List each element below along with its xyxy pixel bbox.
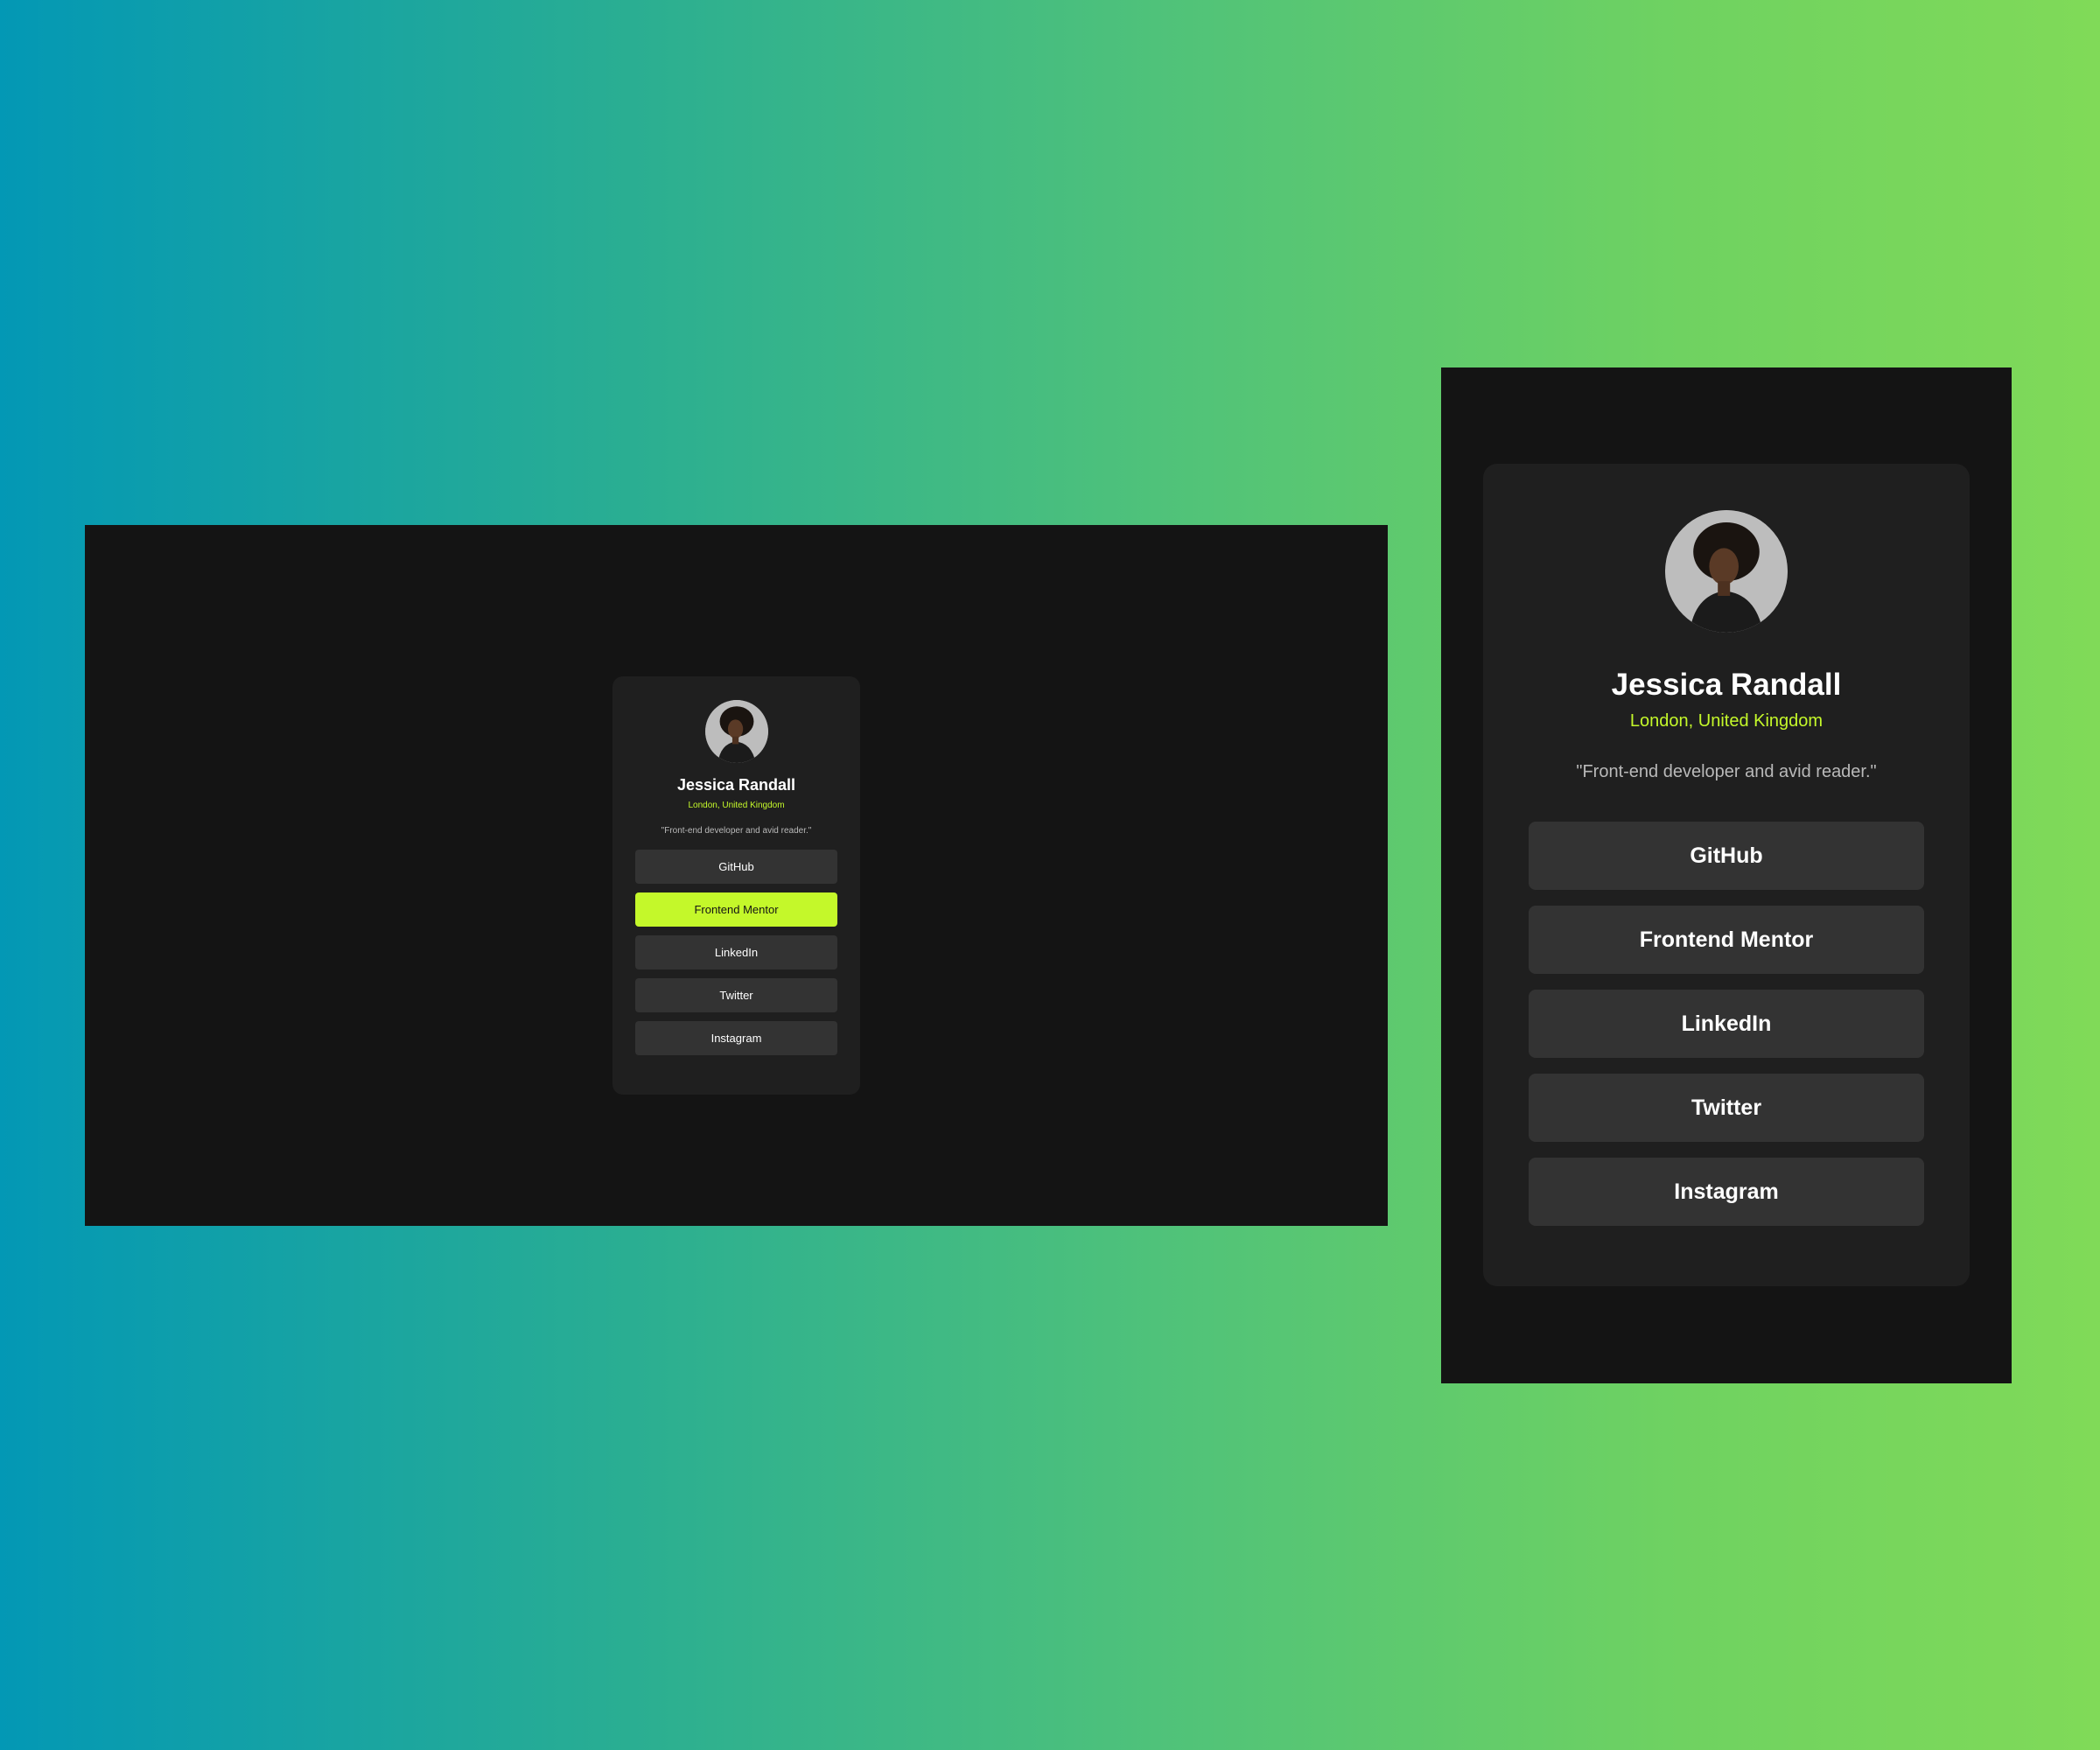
- frontend-mentor-link-button[interactable]: Frontend Mentor: [1529, 906, 1924, 974]
- github-link-button[interactable]: GitHub: [635, 850, 837, 884]
- twitter-link-button[interactable]: Twitter: [635, 978, 837, 1012]
- social-links-list: GitHub Frontend Mentor LinkedIn Twitter …: [1483, 822, 1970, 1226]
- profile-card: Jessica Randall London, United Kingdom "…: [1483, 464, 1970, 1286]
- profile-name: Jessica Randall: [676, 776, 796, 794]
- profile-bio: "Front-end developer and avid reader.": [1576, 762, 1877, 781]
- linkedin-link-button[interactable]: LinkedIn: [635, 935, 837, 970]
- linkedin-link-button[interactable]: LinkedIn: [1529, 990, 1924, 1058]
- instagram-link-button[interactable]: Instagram: [635, 1021, 837, 1055]
- avatar: [704, 700, 768, 763]
- avatar: [1665, 510, 1788, 633]
- twitter-link-button[interactable]: Twitter: [1529, 1074, 1924, 1142]
- profile-location: London, United Kingdom: [1629, 711, 1824, 731]
- github-link-button[interactable]: GitHub: [1529, 822, 1924, 890]
- profile-card: Jessica Randall London, United Kingdom "…: [612, 676, 860, 1095]
- profile-bio: "Front-end developer and avid reader.": [661, 826, 812, 836]
- profile-name: Jessica Randall: [1611, 668, 1842, 702]
- profile-photo-icon: [704, 700, 768, 763]
- mobile-preview-frame: Jessica Randall London, United Kingdom "…: [1441, 368, 2012, 1383]
- profile-photo-icon: [1665, 510, 1788, 633]
- frontend-mentor-link-button[interactable]: Frontend Mentor: [635, 892, 837, 927]
- instagram-link-button[interactable]: Instagram: [1529, 1158, 1924, 1226]
- profile-location: London, United Kingdom: [688, 801, 785, 810]
- desktop-preview-frame: Jessica Randall London, United Kingdom "…: [85, 525, 1388, 1226]
- social-links-list: GitHub Frontend Mentor LinkedIn Twitter …: [612, 850, 860, 1055]
